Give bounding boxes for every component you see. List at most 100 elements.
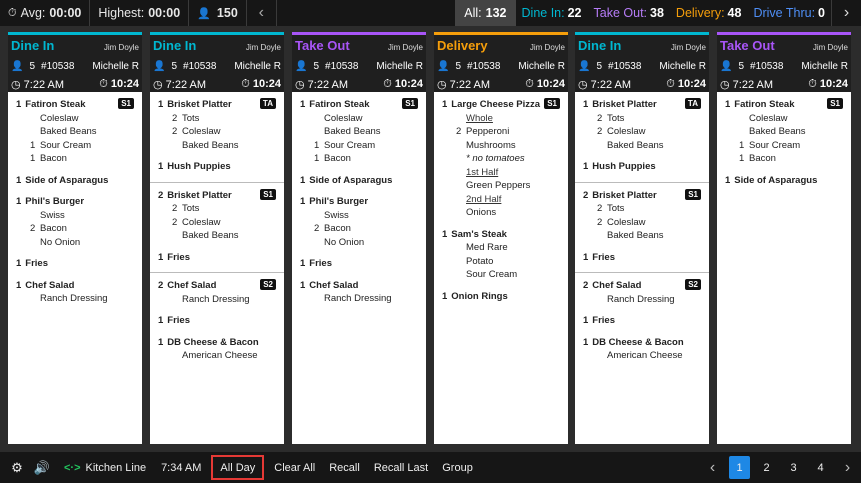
item-label: 2 Brisket Platter xyxy=(158,189,232,203)
order-item[interactable]: 1 Side of Asparagus xyxy=(725,174,843,188)
all-day-button[interactable]: All Day xyxy=(208,452,267,483)
modifier-text: Pepperoni xyxy=(466,126,510,137)
group-button[interactable]: Group xyxy=(435,452,480,483)
station-selector[interactable]: <·> Kitchen Line xyxy=(56,462,154,474)
item-title: Chef Salad xyxy=(309,279,359,291)
seat-badge: TA xyxy=(259,98,276,109)
filter-dine-in[interactable]: Dine In: 22 xyxy=(516,6,588,20)
seat-group: 1 Brisket Platter TA 2 Tots 2 Coleslaw Baked Be… xyxy=(150,98,284,183)
order-item[interactable]: 1 Fries xyxy=(300,257,418,271)
elapsed-time: ⏱ 10:24 xyxy=(666,78,706,91)
order-item[interactable]: 1 Chef Salad Ranch Dressing xyxy=(16,279,134,306)
page-2-button[interactable]: 2 xyxy=(753,452,780,483)
clear-all-button[interactable]: Clear All xyxy=(267,452,322,483)
order-time-value: 7:22 AM xyxy=(590,78,632,91)
item-qty: 2 xyxy=(583,280,589,291)
order-item[interactable]: 1 Sam's Steak Med Rare Potato Sour Cream xyxy=(442,228,560,282)
item-title: Phil's Burger xyxy=(25,196,85,207)
filter-take-out[interactable]: Take Out: 38 xyxy=(588,6,670,20)
order-item[interactable]: 1 Fries xyxy=(583,251,701,265)
speaker-icon[interactable]: 🔊 xyxy=(28,452,56,483)
order-ticket[interactable]: Dine In Jim Doyle 👤 5 #10538 Michelle R ◷ 7:22… xyxy=(150,32,284,444)
item-modifier: Baked Beans xyxy=(16,125,134,139)
order-item[interactable]: 1 Fries xyxy=(16,257,134,271)
order-item[interactable]: 1 Fatiron Steak S1 Coleslaw Baked Beans 1 Sour… xyxy=(16,98,134,166)
ticket-items: 1 Brisket Platter TA 2 Tots 2 Coleslaw Baked Be… xyxy=(150,92,284,377)
item-modifier: 1 Sour Cream xyxy=(16,139,134,153)
item-qty: 1 xyxy=(300,196,306,207)
modifier-text: Green Peppers xyxy=(466,180,531,191)
item-qty: 1 xyxy=(725,174,731,186)
modifier-text: 2nd Half xyxy=(466,193,502,205)
modifier-text: 1st Half xyxy=(466,166,499,178)
chevron-left-icon[interactable]: ‹ xyxy=(247,0,277,26)
order-item[interactable]: 1 Chef Salad Ranch Dressing xyxy=(300,279,418,306)
order-item[interactable]: 1 Large Cheese Pizza S1 Whole 2 Pepperoni Mush… xyxy=(442,98,560,220)
ticket-header: Dine In Jim Doyle 👤 5 #10538 Michelle R ◷ 7:22… xyxy=(150,32,284,92)
ticket-info-row: 👤 5 #10538 Michelle R xyxy=(153,58,281,74)
order-ticket[interactable]: Take Out Jim Doyle 👤 5 #10538 Michelle R ◷ 7:2… xyxy=(717,32,851,444)
ticket-time-row: ◷ 7:22 AM ⏱ 10:24 xyxy=(11,76,139,92)
order-item[interactable]: 1 Hush Puppies xyxy=(583,160,701,174)
guest-order: 👤 5 #10538 xyxy=(720,61,783,72)
ticket-header-row: Dine In Jim Doyle xyxy=(153,38,281,56)
avg-label: Avg: xyxy=(20,6,46,20)
server-name: Jim Doyle xyxy=(387,43,423,52)
order-item[interactable]: 1 Fries xyxy=(583,314,701,328)
pager: ‹ 1 2 3 4 › xyxy=(699,452,861,483)
item-label: 1 Side of Asparagus xyxy=(725,174,817,188)
order-item[interactable]: 1 Fatiron Steak S1 Coleslaw Baked Beans 1 Sour… xyxy=(725,98,843,166)
order-ticket[interactable]: Delivery Jim Doyle 👤 5 #10538 Michelle R ◷ 7:2… xyxy=(434,32,568,444)
guest-count: 5 xyxy=(171,60,178,72)
modifier-text: Sour Cream xyxy=(749,139,801,151)
modifier-text: Tots xyxy=(607,112,625,124)
order-item[interactable]: 1 Fatiron Steak S1 Coleslaw Baked Beans 1 Sour… xyxy=(300,98,418,166)
item-modifier: Ranch Dressing xyxy=(158,293,276,307)
page-3-button[interactable]: 3 xyxy=(780,452,807,483)
page-1-button[interactable]: 1 xyxy=(729,456,750,479)
order-item[interactable]: 1 Brisket Platter TA 2 Tots 2 Coleslaw Baked Be… xyxy=(158,98,276,152)
filter-all[interactable]: All: 132 xyxy=(455,0,516,26)
modifier-text: Coleslaw xyxy=(749,112,788,124)
item-modifier: 1st Half xyxy=(442,166,560,180)
ticket-items: 1 Large Cheese Pizza S1 Whole 2 Pepperoni Mush… xyxy=(434,92,568,317)
order-item[interactable]: 1 Fries xyxy=(158,314,276,328)
order-item[interactable]: 1 Side of Asparagus xyxy=(16,174,134,188)
kds-screen: ⏱ Avg: 00:00 Highest: 00:00 👤 150 ‹ All:… xyxy=(0,0,861,483)
order-item[interactable]: 1 Onion Rings xyxy=(442,290,560,304)
guest-order: 👤 5 #10538 xyxy=(578,61,641,72)
order-item[interactable]: 1 Fries xyxy=(158,251,276,265)
order-item[interactable]: 1 Hush Puppies xyxy=(158,160,276,174)
item-label: 1 Hush Puppies xyxy=(158,160,231,174)
order-item[interactable]: 1 Brisket Platter TA 2 Tots 2 Coleslaw Baked Be… xyxy=(583,98,701,152)
order-item[interactable]: 1 Phil's Burger Swiss 2 Bacon No Onion xyxy=(300,195,418,249)
filter-drive-thru[interactable]: Drive Thru: 0 xyxy=(747,6,831,20)
chevron-right-icon[interactable]: › xyxy=(834,452,861,483)
chevron-left-icon[interactable]: ‹ xyxy=(699,452,726,483)
item-name: 1 Chef Salad xyxy=(300,279,418,293)
item-modifier: Ranch Dressing xyxy=(300,292,418,306)
order-item[interactable]: 1 DB Cheese & Bacon American Cheese xyxy=(158,336,276,363)
modifier-text: No Onion xyxy=(40,236,81,248)
item-label: 1 Brisket Platter xyxy=(583,98,657,112)
order-item[interactable]: 2 Chef Salad S2 Ranch Dressing xyxy=(583,279,701,306)
ticket-items: 1 Fatiron Steak S1 Coleslaw Baked Beans 1 Sour… xyxy=(292,92,426,320)
order-item[interactable]: 1 DB Cheese & Bacon American Cheese xyxy=(583,336,701,363)
gear-icon[interactable]: ⚙ xyxy=(6,452,28,483)
ticket-header-row: Take Out Jim Doyle xyxy=(720,38,848,56)
item-title: Sam's Steak xyxy=(451,228,507,240)
order-ticket[interactable]: Take Out Jim Doyle 👤 5 #10538 Michelle R ◷ 7:2… xyxy=(292,32,426,444)
order-item[interactable]: 1 Phil's Burger Swiss 2 Bacon No Onion xyxy=(16,195,134,249)
filter-delivery[interactable]: Delivery: 48 xyxy=(670,6,748,20)
order-ticket[interactable]: Dine In Jim Doyle 👤 5 #10538 Michelle R ◷ 7:22… xyxy=(8,32,142,444)
chevron-right-icon[interactable]: › xyxy=(831,0,861,26)
page-4-button[interactable]: 4 xyxy=(807,452,834,483)
order-item[interactable]: 2 Brisket Platter S1 2 Tots 2 Coleslaw Baked Be… xyxy=(158,188,276,243)
order-item[interactable]: 2 Brisket Platter S1 2 Tots 2 Coleslaw Baked Be… xyxy=(583,188,701,243)
order-type: Take Out xyxy=(720,38,775,53)
order-item[interactable]: 2 Chef Salad S2 Ranch Dressing xyxy=(158,279,276,306)
recall-button[interactable]: Recall xyxy=(322,452,367,483)
order-item[interactable]: 1 Side of Asparagus xyxy=(300,174,418,188)
recall-last-button[interactable]: Recall Last xyxy=(367,452,435,483)
order-ticket[interactable]: Dine In Jim Doyle 👤 5 #10538 Michelle R ◷ 7:22… xyxy=(575,32,709,444)
